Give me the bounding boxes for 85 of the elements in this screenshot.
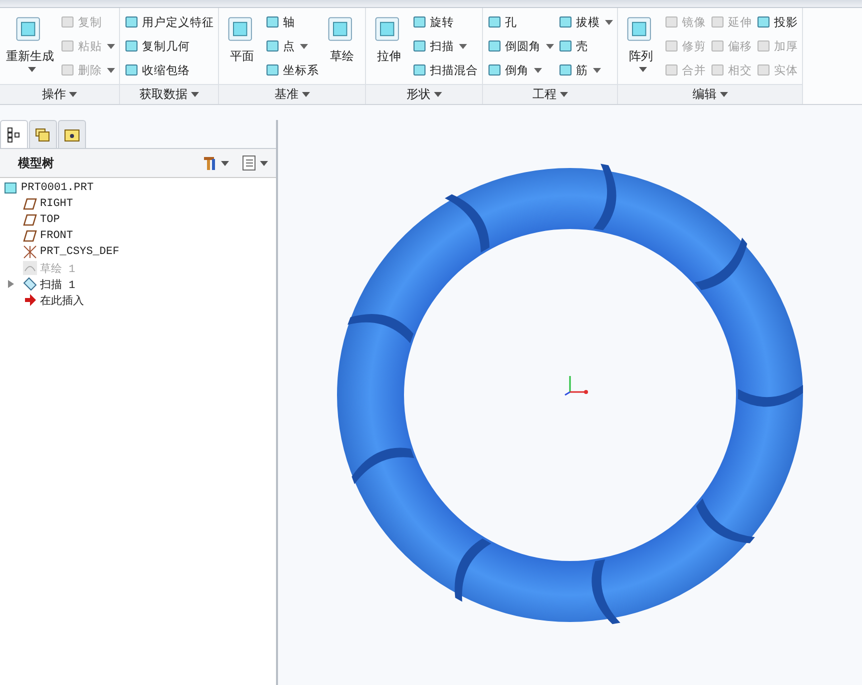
tool-icon xyxy=(265,14,281,30)
tree-item[interactable]: PRT0001.PRT xyxy=(4,180,272,196)
ribbon-button[interactable]: 草绘 xyxy=(322,10,362,82)
caret-icon xyxy=(302,92,310,97)
tool-icon xyxy=(60,62,76,78)
part-icon xyxy=(4,181,18,195)
tool-icon xyxy=(265,62,281,78)
group-label[interactable]: 获取数据 xyxy=(120,84,218,104)
tool-icon xyxy=(558,14,574,30)
list-icon xyxy=(241,155,257,171)
tool-icon xyxy=(412,14,428,30)
tool-icon xyxy=(664,14,680,30)
ribbon-button[interactable]: 壳 xyxy=(557,37,614,55)
plane-icon xyxy=(23,197,37,211)
caret-icon xyxy=(720,92,728,97)
group-label[interactable]: 基准 xyxy=(219,84,365,104)
caret-icon xyxy=(69,92,77,97)
tool-icon xyxy=(487,14,503,30)
tool-icon xyxy=(412,62,428,78)
tree-icon xyxy=(6,126,22,142)
plane-icon xyxy=(23,229,37,243)
tool-icon xyxy=(558,62,574,78)
tree-item[interactable]: FRONT xyxy=(4,228,272,244)
ribbon-button[interactable]: 筋 xyxy=(557,61,614,79)
folders-icon xyxy=(35,126,51,142)
tool-icon xyxy=(124,62,140,78)
caret-icon xyxy=(560,92,568,97)
tool-icon xyxy=(265,38,281,54)
ribbon-button[interactable]: 复制几何 xyxy=(123,37,215,55)
caret-icon xyxy=(221,160,229,166)
ribbon-button[interactable]: 坐标系 xyxy=(264,61,320,79)
tool-icon xyxy=(412,38,428,54)
ribbon-button[interactable]: 孔 xyxy=(486,13,555,31)
ribbon-button[interactable]: 旋转 xyxy=(411,13,479,31)
ribbon-button[interactable]: 拉伸 xyxy=(369,10,409,82)
tool-icon xyxy=(60,14,76,30)
tool-icon xyxy=(710,38,726,54)
ribbon-button[interactable]: 投影 xyxy=(755,13,799,31)
ribbon-button[interactable]: 轴 xyxy=(264,13,320,31)
panel-title: 模型树 xyxy=(18,154,55,172)
ribbon-button[interactable]: 倒角 xyxy=(486,61,555,79)
ribbon-button[interactable]: 点 xyxy=(264,37,320,55)
tool-icon xyxy=(124,14,140,30)
caret-icon xyxy=(190,92,198,97)
group-label[interactable]: 操作 xyxy=(0,84,119,104)
tool-icon xyxy=(710,14,726,30)
group-label[interactable]: 编辑 xyxy=(618,84,802,104)
tool-icon xyxy=(664,38,680,54)
caret-icon xyxy=(260,160,268,166)
tree-item[interactable]: TOP xyxy=(4,212,272,228)
tool-icon xyxy=(710,62,726,78)
tool-icon xyxy=(487,62,503,78)
ribbon-button[interactable]: 阵列 xyxy=(621,10,661,82)
tool-icon xyxy=(487,38,503,54)
tree-item[interactable]: 扫描 1 xyxy=(4,276,272,292)
caret-icon xyxy=(434,92,442,97)
group-label[interactable]: 工程 xyxy=(483,84,617,104)
ribbon-button[interactable]: 用户定义特征 xyxy=(123,13,215,31)
sweep-icon xyxy=(23,277,37,291)
tools-icon xyxy=(202,155,218,171)
ribbon-button[interactable]: 扫描混合 xyxy=(411,61,479,79)
ribbon-button[interactable]: 平面 xyxy=(222,10,262,82)
ribbon-button[interactable]: 扫描 xyxy=(411,37,479,55)
expand-icon[interactable] xyxy=(8,280,14,288)
tree-item[interactable]: RIGHT xyxy=(4,196,272,212)
tool-icon xyxy=(664,62,680,78)
tool-icon xyxy=(60,38,76,54)
folder-icon xyxy=(64,126,80,142)
arrow-icon xyxy=(23,293,37,307)
tool-icon xyxy=(558,38,574,54)
tree-item[interactable]: 在此插入 xyxy=(4,292,272,308)
group-label[interactable]: 形状 xyxy=(366,84,482,104)
ribbon-button[interactable]: 收缩包络 xyxy=(123,61,215,79)
sketch-icon xyxy=(23,261,37,275)
plane-icon xyxy=(23,213,37,227)
tool-icon xyxy=(756,14,772,30)
tree-item[interactable]: PRT_CSYS_DEF xyxy=(4,244,272,260)
panel-tab[interactable] xyxy=(0,120,28,148)
tool-icon xyxy=(124,38,140,54)
ribbon-button[interactable]: 重新生成 xyxy=(3,10,57,82)
tool-icon xyxy=(756,62,772,78)
ribbon-button[interactable]: 倒圆角 xyxy=(486,37,555,55)
ribbon-button[interactable]: 拔模 xyxy=(557,13,614,31)
axes-icon xyxy=(23,245,37,259)
tool-icon xyxy=(756,38,772,54)
